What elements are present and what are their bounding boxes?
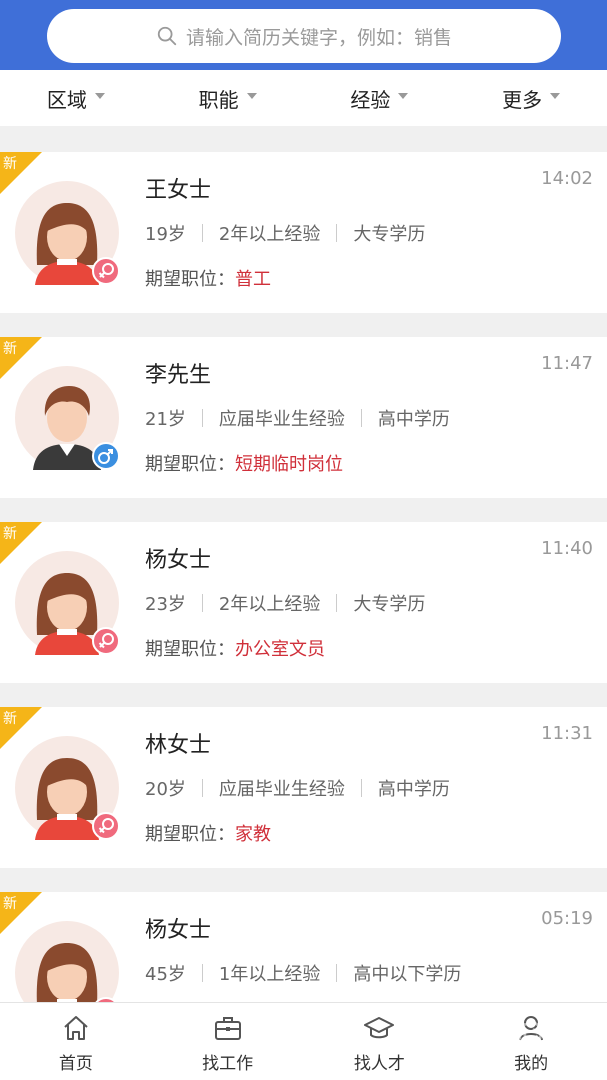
tab-mine[interactable]: 我的 xyxy=(455,1003,607,1080)
post-time: 11:31 xyxy=(541,723,593,744)
search-placeholder: 请输入简历关键字，例如：销售 xyxy=(185,26,452,49)
candidate-card[interactable]: 新 王女士 14:02 19岁 2年以上经验 大专学历 期望职位：普工 xyxy=(0,152,607,313)
candidate-age: 19岁 xyxy=(145,224,186,245)
post-time: 14:02 xyxy=(541,168,593,189)
divider xyxy=(201,779,203,797)
tab-mine-label: 我的 xyxy=(514,1054,549,1074)
female-gender-icon xyxy=(92,812,120,840)
candidate-list: 新 王女士 14:02 19岁 2年以上经验 大专学历 期望职位：普工 新 李先… xyxy=(0,152,607,1077)
wanted-job: 办公室文员 xyxy=(235,639,325,660)
wanted-position: 期望职位：普工 xyxy=(145,265,271,291)
new-badge: 新 xyxy=(3,156,17,172)
wanted-label: 期望职位： xyxy=(145,454,235,475)
filter-experience[interactable]: 经验 xyxy=(304,70,456,126)
post-time: 05:19 xyxy=(541,908,593,929)
tab-home-label: 首页 xyxy=(58,1054,93,1074)
candidate-name: 杨女士 xyxy=(145,548,212,573)
candidate-experience: 应届毕业生经验 xyxy=(218,409,345,430)
filter-more[interactable]: 更多 xyxy=(455,70,607,126)
candidate-age: 45岁 xyxy=(145,964,186,985)
wanted-position: 期望职位：办公室文员 xyxy=(145,635,325,661)
filter-region[interactable]: 区域 xyxy=(0,70,152,126)
briefcase-icon xyxy=(214,1017,241,1040)
candidate-experience: 1年以上经验 xyxy=(218,964,321,985)
tab-find-job[interactable]: 找工作 xyxy=(152,1003,304,1080)
user-icon xyxy=(519,1016,544,1041)
graduation-cap-icon xyxy=(364,1017,395,1039)
wanted-job: 短期临时岗位 xyxy=(235,454,343,475)
post-time: 11:40 xyxy=(541,538,593,559)
candidate-age: 23岁 xyxy=(145,594,186,615)
tab-home[interactable]: 首页 xyxy=(0,1003,152,1080)
divider xyxy=(336,224,338,242)
caret-down-icon xyxy=(398,93,409,99)
candidate-education: 大专学历 xyxy=(353,594,426,615)
new-badge: 新 xyxy=(3,896,17,912)
home-icon xyxy=(64,1016,88,1040)
candidate-age: 20岁 xyxy=(145,779,186,800)
divider xyxy=(336,964,338,982)
candidate-experience: 2年以上经验 xyxy=(218,594,321,615)
candidate-meta: 45岁 1年以上经验 高中以下学历 xyxy=(145,960,461,986)
candidate-experience: 2年以上经验 xyxy=(218,224,321,245)
tab-find-talent-label: 找人才 xyxy=(353,1054,405,1074)
tab-find-talent[interactable]: 找人才 xyxy=(304,1003,456,1080)
caret-down-icon xyxy=(550,93,561,99)
wanted-label: 期望职位： xyxy=(145,269,235,290)
candidate-meta: 20岁 应届毕业生经验 高中学历 xyxy=(145,775,450,801)
search-input[interactable]: 请输入简历关键字，例如：销售 xyxy=(47,9,561,63)
new-badge: 新 xyxy=(3,711,17,727)
filter-function-label: 职能 xyxy=(198,87,239,112)
divider xyxy=(201,594,203,612)
divider xyxy=(201,409,203,427)
top-bar: 请输入简历关键字，例如：销售 xyxy=(0,0,607,70)
candidate-meta: 21岁 应届毕业生经验 高中学历 xyxy=(145,405,450,431)
divider xyxy=(201,224,203,242)
caret-down-icon xyxy=(94,93,105,99)
candidate-experience: 应届毕业生经验 xyxy=(218,779,345,800)
candidate-education: 大专学历 xyxy=(353,224,426,245)
wanted-position: 期望职位：短期临时岗位 xyxy=(145,450,343,476)
tab-find-job-label: 找工作 xyxy=(202,1054,254,1074)
wanted-label: 期望职位： xyxy=(145,639,235,660)
candidate-card[interactable]: 新 林女士 11:31 20岁 应届毕业生经验 高中学历 期望职位：家教 xyxy=(0,707,607,868)
wanted-job: 普工 xyxy=(235,269,271,290)
filter-function[interactable]: 职能 xyxy=(152,70,304,126)
candidate-education: 高中学历 xyxy=(377,409,450,430)
search-icon xyxy=(157,26,177,46)
divider xyxy=(360,409,362,427)
candidate-meta: 19岁 2年以上经验 大专学历 xyxy=(145,220,425,246)
filter-region-label: 区域 xyxy=(46,87,87,112)
filter-more-label: 更多 xyxy=(502,87,543,112)
male-gender-icon xyxy=(92,442,120,470)
candidate-meta: 23岁 2年以上经验 大专学历 xyxy=(145,590,425,616)
bottom-tab-bar: 首页 找工作 找人才 我的 xyxy=(0,1002,607,1080)
wanted-position: 期望职位：家教 xyxy=(145,820,271,846)
post-time: 11:47 xyxy=(541,353,593,374)
candidate-card[interactable]: 新 杨女士 11:40 23岁 2年以上经验 大专学历 期望职位：办公室文员 xyxy=(0,522,607,683)
filter-bar: 区域 职能 经验 更多 xyxy=(0,70,607,126)
divider xyxy=(201,964,203,982)
candidate-education: 高中学历 xyxy=(377,779,450,800)
divider xyxy=(336,594,338,612)
new-badge: 新 xyxy=(3,341,17,357)
candidate-card[interactable]: 新 李先生 11:47 21岁 应届毕业生经验 高中学历 期望职位：短期临时岗位 xyxy=(0,337,607,498)
divider xyxy=(360,779,362,797)
candidate-education: 高中以下学历 xyxy=(353,964,462,985)
candidate-name: 杨女士 xyxy=(145,918,212,943)
filter-experience-label: 经验 xyxy=(350,87,391,112)
wanted-label: 期望职位： xyxy=(145,824,235,845)
caret-down-icon xyxy=(246,93,257,99)
candidate-name: 李先生 xyxy=(145,363,212,388)
candidate-name: 林女士 xyxy=(145,733,212,758)
new-badge: 新 xyxy=(3,526,17,542)
candidate-age: 21岁 xyxy=(145,409,186,430)
candidate-name: 王女士 xyxy=(145,178,212,203)
female-gender-icon xyxy=(92,627,120,655)
wanted-job: 家教 xyxy=(235,824,271,845)
female-gender-icon xyxy=(92,257,120,285)
